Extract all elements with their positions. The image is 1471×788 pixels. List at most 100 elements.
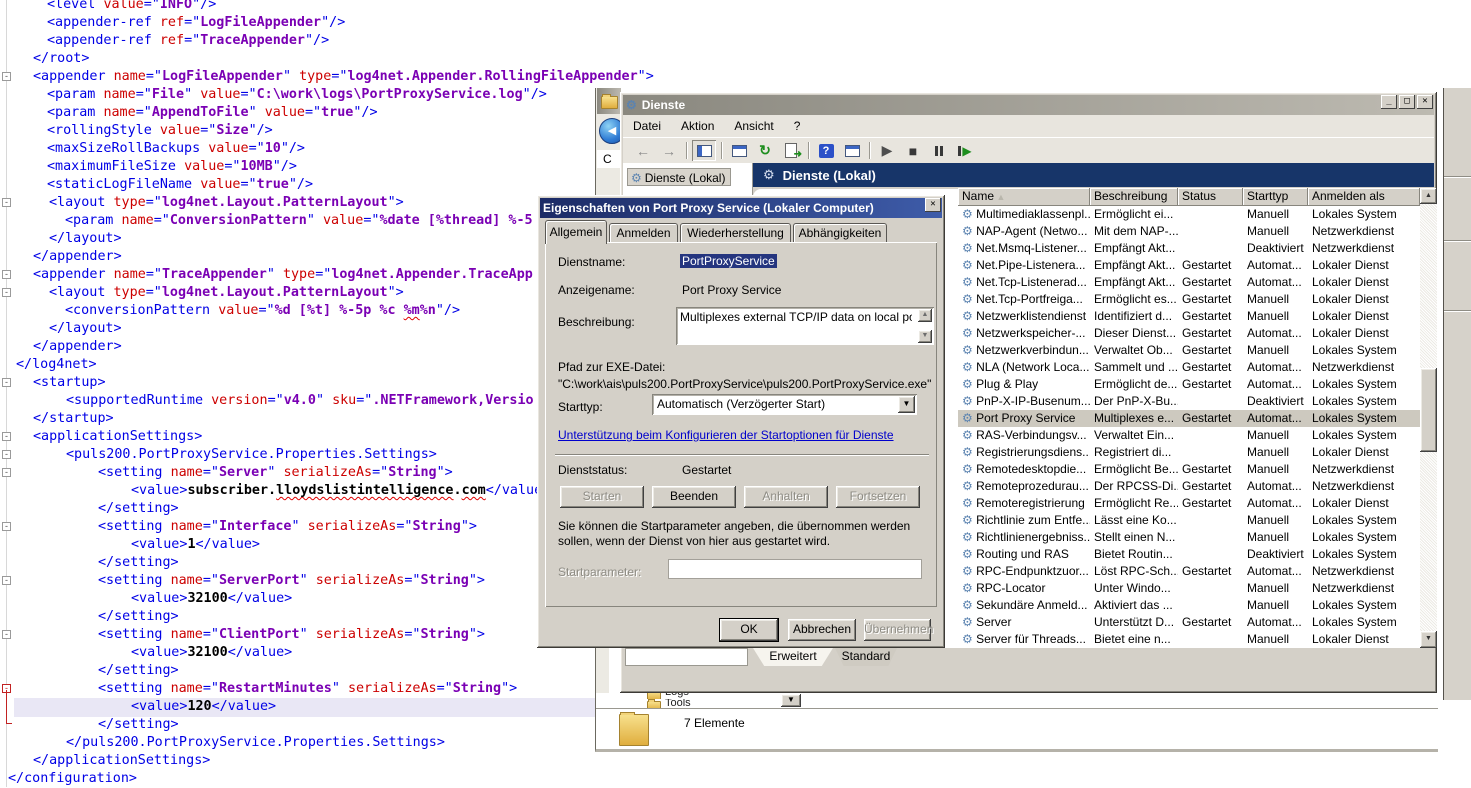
service-row[interactable]: ⚙ Registrierungsdiens...Registriert di..…: [958, 444, 1420, 461]
combo-dropdown-button[interactable]: ▼: [781, 694, 801, 707]
starttyp-combobox[interactable]: Automatisch (Verzögerter Start) ▼: [652, 394, 917, 415]
cell: Netzwerkdienst: [1308, 563, 1420, 580]
close-button[interactable]: ✕: [1417, 95, 1433, 109]
cell: ⚙ Routing und RAS: [958, 546, 1090, 563]
sort-ascending-icon: ▲: [994, 192, 1005, 202]
service-row[interactable]: ⚙ ServerUnterstützt D...GestartetAutomat…: [958, 614, 1420, 631]
tree-item-dienste-lokal[interactable]: ⚙ Dienste (Lokal): [627, 168, 731, 186]
fold-marker[interactable]: -: [2, 72, 11, 81]
tab-anmelden[interactable]: Anmelden: [609, 223, 678, 242]
scroll-thumb[interactable]: [1420, 368, 1437, 452]
folder-icon-large: [619, 714, 649, 746]
dialog-titlebar[interactable]: Eigenschaften von Port Proxy Service (Lo…: [540, 198, 942, 218]
service-gear-icon: ⚙: [962, 513, 973, 527]
show-console-tree-icon[interactable]: [692, 140, 716, 161]
fold-marker[interactable]: -: [2, 522, 11, 531]
fold-marker[interactable]: -: [2, 630, 11, 639]
tab-wiederherstellung[interactable]: Wiederherstellung: [680, 223, 791, 242]
services-scrollbar[interactable]: ▲ ▼: [1420, 188, 1437, 648]
fold-marker[interactable]: -: [2, 450, 11, 459]
start-service-icon[interactable]: ▶: [875, 140, 899, 161]
properties-icon[interactable]: [727, 140, 751, 161]
fold-marker[interactable]: -: [2, 270, 11, 279]
maximize-button[interactable]: □: [1399, 95, 1415, 109]
service-row[interactable]: ⚙ Net.Tcp-Listenerad...Empfängt Akt...Ge…: [958, 274, 1420, 291]
service-row[interactable]: ⚙ NAP-Agent (Netwo...Mit dem NAP-...Manu…: [958, 223, 1420, 240]
column-header-name[interactable]: Name ▲: [958, 188, 1090, 206]
menu-aktion[interactable]: Aktion: [671, 116, 724, 136]
service-row[interactable]: ⚙ Richtlinie zum Entfe...Lässt eine Ko..…: [958, 512, 1420, 529]
beschreibung-textbox[interactable]: Multiplexes external TCP/IP data on loca…: [676, 307, 934, 345]
stop-service-icon[interactable]: ■: [901, 140, 925, 161]
tree-item-tools[interactable]: Tools: [641, 699, 761, 708]
service-row[interactable]: ⚙ Netzwerkspeicher-...Dieser Dienst...Ge…: [958, 325, 1420, 342]
export-list-icon[interactable]: ➜: [779, 140, 803, 161]
service-row[interactable]: ⚙ NLA (Network Loca...Sammelt und ...Ges…: [958, 359, 1420, 376]
service-row[interactable]: ⚙ Server für Threads...Bietet eine n...M…: [958, 631, 1420, 648]
restart-service-icon[interactable]: ▶: [953, 140, 977, 161]
service-row[interactable]: ⚙ Richtlinienergebniss...Stellt einen N.…: [958, 529, 1420, 546]
service-row[interactable]: ⚙ Netzwerkverbindun...Verwaltet Ob...Ges…: [958, 342, 1420, 359]
service-row[interactable]: ⚙ RemoteregistrierungErmöglicht Re...Ges…: [958, 495, 1420, 512]
service-row[interactable]: ⚙ PnP-X-IP-Busenum...Der PnP-X-Bu...Deak…: [958, 393, 1420, 410]
column-header-starttyp[interactable]: Starttyp: [1243, 188, 1308, 206]
service-row[interactable]: ⚙ Plug & PlayErmöglicht de...GestartetAu…: [958, 376, 1420, 393]
column-header-status[interactable]: Status: [1178, 188, 1243, 206]
back-icon[interactable]: ←: [631, 140, 655, 161]
beenden-button[interactable]: Beenden: [652, 486, 736, 508]
minimize-button[interactable]: _: [1381, 95, 1397, 109]
service-row[interactable]: ⚙ Multimediaklassenpl...Ermöglicht ei...…: [958, 206, 1420, 223]
combo-arrow-button[interactable]: ▼: [898, 396, 915, 413]
menu-datei[interactable]: Datei: [623, 116, 671, 136]
service-row[interactable]: ⚙ Net.Tcp-Portfreiga...Ermöglicht es...G…: [958, 291, 1420, 308]
column-header-beschreibung[interactable]: Beschreibung: [1090, 188, 1178, 206]
scroll-up-button[interactable]: ▲: [1420, 188, 1437, 204]
help-icon[interactable]: ?: [814, 140, 838, 161]
fold-marker[interactable]: -: [2, 576, 11, 585]
service-row[interactable]: ⚙ RPC-LocatorUnter Windo...ManuellNetzwe…: [958, 580, 1420, 597]
dialog-close-button[interactable]: ✕: [925, 198, 941, 212]
service-row[interactable]: ⚙ RAS-Verbindungsv...Verwaltet Ein...Man…: [958, 427, 1420, 444]
fold-marker[interactable]: -: [2, 432, 11, 441]
cell: Manuell: [1243, 597, 1308, 614]
startparameter-field[interactable]: [668, 559, 922, 579]
services-titlebar[interactable]: ⚙ Dienste: [623, 95, 1434, 115]
forward-icon[interactable]: →: [657, 140, 681, 161]
view-tab-standard[interactable]: Standard: [835, 648, 897, 666]
service-row-selected[interactable]: ⚙ Port Proxy ServiceMultiplexes e...Gest…: [958, 410, 1420, 427]
cell: Mit dem NAP-...: [1090, 223, 1178, 240]
service-row[interactable]: ⚙ Remoteprozedurau...Der RPCSS-Di...Gest…: [958, 478, 1420, 495]
pause-service-icon[interactable]: [927, 140, 951, 161]
service-row[interactable]: ⚙ Sekundäre Anmeld...Aktiviert das ...Ma…: [958, 597, 1420, 614]
service-gear-icon: ⚙: [962, 615, 973, 629]
description-scroll-up[interactable]: ▲: [918, 309, 932, 322]
tab-abhängigkeiten[interactable]: Abhängigkeiten: [793, 223, 887, 242]
service-row[interactable]: ⚙ Net.Pipe-Listenera...Empfängt Akt...Ge…: [958, 257, 1420, 274]
startoptions-help-link[interactable]: Unterstützung beim Konfigurieren der Sta…: [558, 428, 894, 442]
scroll-down-button[interactable]: ▼: [1420, 631, 1437, 648]
service-row[interactable]: ⚙ Net.Msmq-Listener...Empfängt Akt...Dea…: [958, 240, 1420, 257]
service-row[interactable]: ⚙ Remotedesktopdie...Ermöglicht Be...Ges…: [958, 461, 1420, 478]
description-scroll-down[interactable]: ▼: [918, 330, 932, 343]
tab-allgemein[interactable]: Allgemein: [545, 220, 607, 244]
view-tab-erweitert[interactable]: Erweitert: [753, 648, 833, 666]
refresh-icon[interactable]: ↻: [753, 140, 777, 161]
service-row[interactable]: ⚙ Routing und RASBietet Routin...Deaktiv…: [958, 546, 1420, 563]
cancel-button[interactable]: Abbrechen: [788, 619, 856, 641]
service-row[interactable]: ⚙ RPC-Endpunktzuor...Löst RPC-Sch...Gest…: [958, 563, 1420, 580]
fold-marker[interactable]: -: [2, 378, 11, 387]
fold-marker[interactable]: -: [2, 468, 11, 477]
fold-marker[interactable]: -: [2, 198, 11, 207]
anzeigename-label: Anzeigename:: [558, 283, 635, 297]
cell: Lokales System: [1308, 512, 1420, 529]
fold-marker[interactable]: -: [2, 288, 11, 297]
menu-?[interactable]: ?: [784, 116, 811, 136]
cell: [1178, 597, 1243, 614]
extended-view-icon[interactable]: [840, 140, 864, 161]
service-row[interactable]: ⚙ NetzwerklistendienstIdentifiziert d...…: [958, 308, 1420, 325]
ok-button[interactable]: OK: [720, 619, 778, 641]
anzeigename-value: Port Proxy Service: [682, 283, 781, 297]
column-header-anmeldenals[interactable]: Anmelden als: [1308, 188, 1420, 206]
menu-ansicht[interactable]: Ansicht: [724, 116, 783, 136]
service-gear-icon: ⚙: [962, 343, 973, 357]
